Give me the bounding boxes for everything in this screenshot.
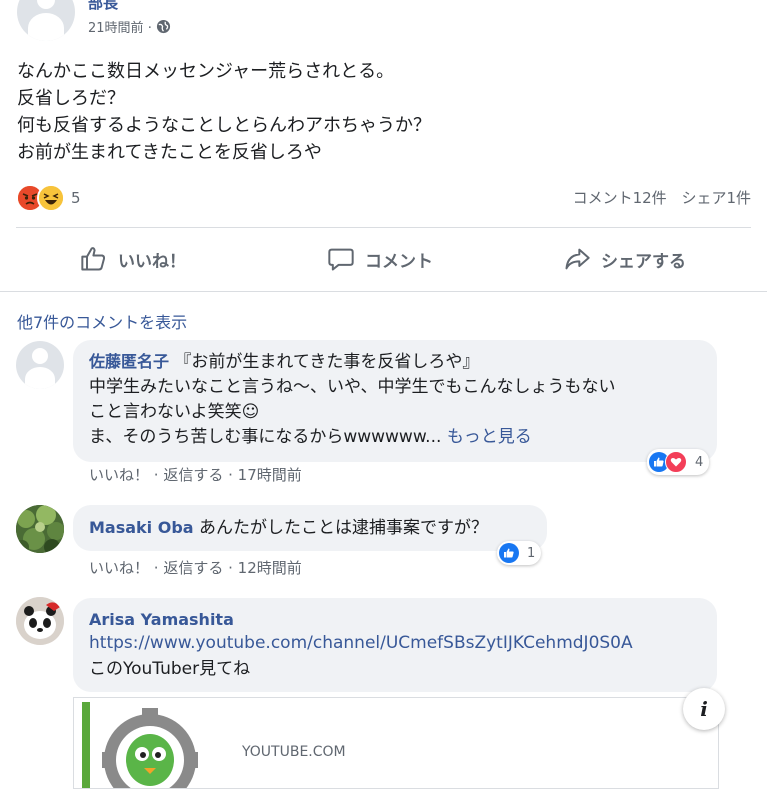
comment-bubble: 佐藤匿名子 『お前が生まれてきた事を反省しろや』 中学生みたいなこと言うね〜、い… bbox=[73, 340, 717, 462]
comment-like-link[interactable]: いいね！ bbox=[89, 466, 149, 484]
comment-reply-link[interactable]: 返信する bbox=[163, 559, 223, 577]
commenter-name[interactable]: 佐藤匿名子 bbox=[89, 352, 169, 371]
see-more-link[interactable]: もっと見る bbox=[447, 427, 532, 447]
commenter-name[interactable]: Masaki Oba bbox=[89, 518, 194, 537]
comment-bubble-icon bbox=[328, 248, 354, 271]
comment-bubble: Masaki Oba あんたがしたことは逮捕事案ですが？ bbox=[73, 505, 547, 551]
post-meta: 21時間前 · bbox=[88, 17, 171, 36]
post-text-line: お前が生まれてきたことを反省しろや bbox=[17, 142, 322, 163]
like-button[interactable]: いいね！ bbox=[80, 244, 186, 274]
haha-emoji-icon bbox=[37, 184, 65, 212]
like-reaction-icon bbox=[499, 543, 519, 563]
comment-actions: いいね！ · 返信する · 17時間前 bbox=[89, 466, 302, 484]
post-text-line: 何も反省するようなことしとらんわアホちゃうか？ bbox=[17, 115, 431, 136]
reaction-summary[interactable]: 5 bbox=[16, 184, 81, 212]
commenter-avatar[interactable] bbox=[16, 597, 64, 645]
comment-text: 『お前が生まれてきた事を反省しろや』 bbox=[169, 352, 480, 372]
info-icon[interactable]: i bbox=[683, 688, 725, 730]
post-text-line: なんかここ数日メッセンジャー荒らされとる。 bbox=[17, 61, 395, 82]
like-button-label: いいね！ bbox=[118, 251, 186, 272]
comment-bubble: Arisa Yamashita https://www.youtube.com/… bbox=[73, 598, 717, 692]
share-button[interactable]: シェアする bbox=[563, 244, 686, 274]
commenter-avatar[interactable] bbox=[16, 341, 64, 389]
comment-text: このYouTuber見てね bbox=[89, 659, 251, 679]
comment-text: あんたがしたことは逮捕事案ですが？ bbox=[193, 518, 488, 538]
post-text: なんかここ数日メッセンジャー荒らされとる。 反省しろだ？ 何も反省するようなこと… bbox=[17, 58, 431, 166]
share-arrow-icon bbox=[565, 248, 590, 270]
thumbs-up-icon bbox=[81, 247, 106, 271]
post-text-line: 反省しろだ？ bbox=[17, 88, 125, 109]
post-author-avatar[interactable] bbox=[17, 0, 75, 41]
comment-text: こと言わないよ笑笑☺ bbox=[89, 402, 260, 422]
comment-time[interactable]: 12時間前 bbox=[238, 559, 302, 577]
view-more-comments-link[interactable]: 他7件のコメントを表示 bbox=[17, 309, 187, 333]
comment-button[interactable]: コメント bbox=[327, 244, 433, 274]
globe-icon bbox=[156, 19, 171, 34]
post-time[interactable]: 21時間前 bbox=[88, 21, 144, 36]
comment-text: ま、そのうち苦しむ事になるからwwwwww... bbox=[89, 427, 442, 447]
share-count-link[interactable]: シェア1件 bbox=[681, 189, 751, 207]
reaction-count: 5 bbox=[71, 189, 81, 207]
love-reaction-icon bbox=[665, 451, 687, 473]
post-stats: コメント12件 シェア1件 bbox=[573, 187, 751, 208]
comment-button-label: コメント bbox=[365, 251, 433, 272]
comment-reaction-badge[interactable]: 4 bbox=[647, 449, 710, 475]
comment-link[interactable]: https://www.youtube.com/channel/UCmefSBs… bbox=[89, 633, 633, 653]
commenter-avatar[interactable] bbox=[16, 505, 64, 553]
link-preview-card[interactable]: YOUTUBE.COM bbox=[73, 697, 719, 789]
preview-domain: YOUTUBE.COM bbox=[242, 744, 346, 760]
comment-time[interactable]: 17時間前 bbox=[238, 466, 302, 484]
comment-reaction-badge[interactable]: 1 bbox=[497, 541, 542, 565]
divider bbox=[16, 227, 751, 228]
comment-reply-link[interactable]: 返信する bbox=[163, 466, 223, 484]
preview-thumbnail bbox=[82, 702, 222, 788]
divider bbox=[0, 291, 767, 292]
commenter-name[interactable]: Arisa Yamashita bbox=[89, 610, 234, 629]
comment-reaction-count: 4 bbox=[695, 454, 704, 470]
comment-reaction-count: 1 bbox=[527, 545, 536, 561]
share-button-label: シェアする bbox=[601, 251, 686, 272]
post-author-name[interactable]: 部長 bbox=[88, 0, 118, 13]
comment-like-link[interactable]: いいね！ bbox=[89, 559, 149, 577]
comment-actions: いいね！ · 返信する · 12時間前 bbox=[89, 559, 302, 577]
comment-text: 中学生みたいなこと言うね〜、いや、中学生でもこんなしょうもない bbox=[89, 377, 616, 397]
comment-count-link[interactable]: コメント12件 bbox=[573, 189, 667, 207]
